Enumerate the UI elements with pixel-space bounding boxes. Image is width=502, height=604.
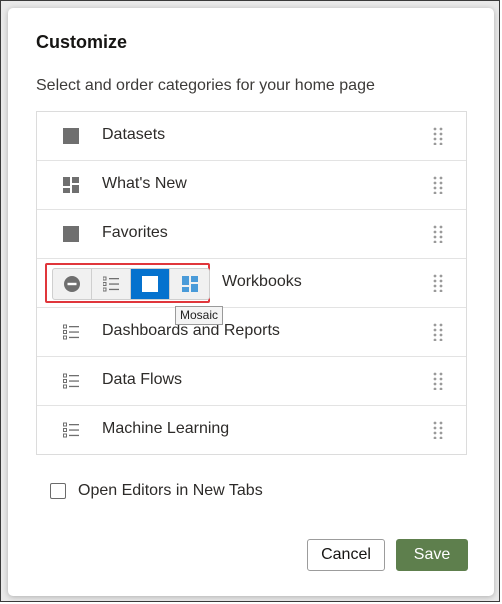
mosaic-icon[interactable] xyxy=(63,177,79,193)
cancel-button[interactable]: Cancel xyxy=(307,539,385,571)
category-row-dashboards-and-reports[interactable]: Dashboards and Reports xyxy=(37,307,466,356)
square-icon[interactable] xyxy=(63,128,79,144)
category-label: Data Flows xyxy=(102,371,183,388)
square-icon xyxy=(142,276,158,292)
category-label: What's New xyxy=(102,175,187,192)
category-label: Favorites xyxy=(102,224,168,241)
view-option-hide[interactable] xyxy=(53,269,92,299)
hide-icon xyxy=(64,276,80,292)
dialog-title: Customize xyxy=(36,32,128,52)
category-row-datasets[interactable]: Datasets xyxy=(37,112,466,160)
drag-handle-icon[interactable] xyxy=(433,372,443,390)
view-option-single[interactable] xyxy=(131,269,170,299)
list-icon xyxy=(103,276,119,292)
mosaic-tooltip: Mosaic xyxy=(175,306,224,325)
drag-handle-icon[interactable] xyxy=(433,127,443,145)
view-selector-highlight xyxy=(45,263,210,303)
category-row-favorites[interactable]: Favorites xyxy=(37,209,466,258)
drag-handle-icon[interactable] xyxy=(433,323,443,341)
category-label: Datasets xyxy=(102,126,166,143)
list-icon[interactable] xyxy=(63,324,79,340)
view-option-mosaic[interactable] xyxy=(170,269,209,299)
customize-dialog: Customize Select and order categories fo… xyxy=(8,8,494,596)
mosaic-icon xyxy=(181,276,198,292)
category-row-machine-learning[interactable]: Machine Learning xyxy=(37,405,466,454)
drag-handle-icon[interactable] xyxy=(433,274,443,292)
dialog-subtitle: Select and order categories for your hom… xyxy=(36,77,375,94)
list-icon[interactable] xyxy=(63,373,79,389)
category-list: Datasets What's New Favorites Workbooks … xyxy=(36,111,467,455)
category-label: Workbooks xyxy=(222,273,302,290)
list-icon[interactable] xyxy=(63,422,79,438)
square-icon[interactable] xyxy=(63,226,79,242)
save-button[interactable]: Save xyxy=(396,539,468,571)
category-row-data-flows[interactable]: Data Flows xyxy=(37,356,466,405)
view-selector xyxy=(52,268,210,300)
drag-handle-icon[interactable] xyxy=(433,225,443,243)
drag-handle-icon[interactable] xyxy=(433,421,443,439)
category-label: Machine Learning xyxy=(102,420,230,437)
open-editors-label: Open Editors in New Tabs xyxy=(78,482,263,499)
open-editors-checkbox[interactable] xyxy=(50,483,66,499)
drag-handle-icon[interactable] xyxy=(433,176,443,194)
view-option-list[interactable] xyxy=(92,269,131,299)
category-row-workbooks[interactable]: Workbooks xyxy=(37,258,466,307)
category-row-whats-new[interactable]: What's New xyxy=(37,160,466,209)
